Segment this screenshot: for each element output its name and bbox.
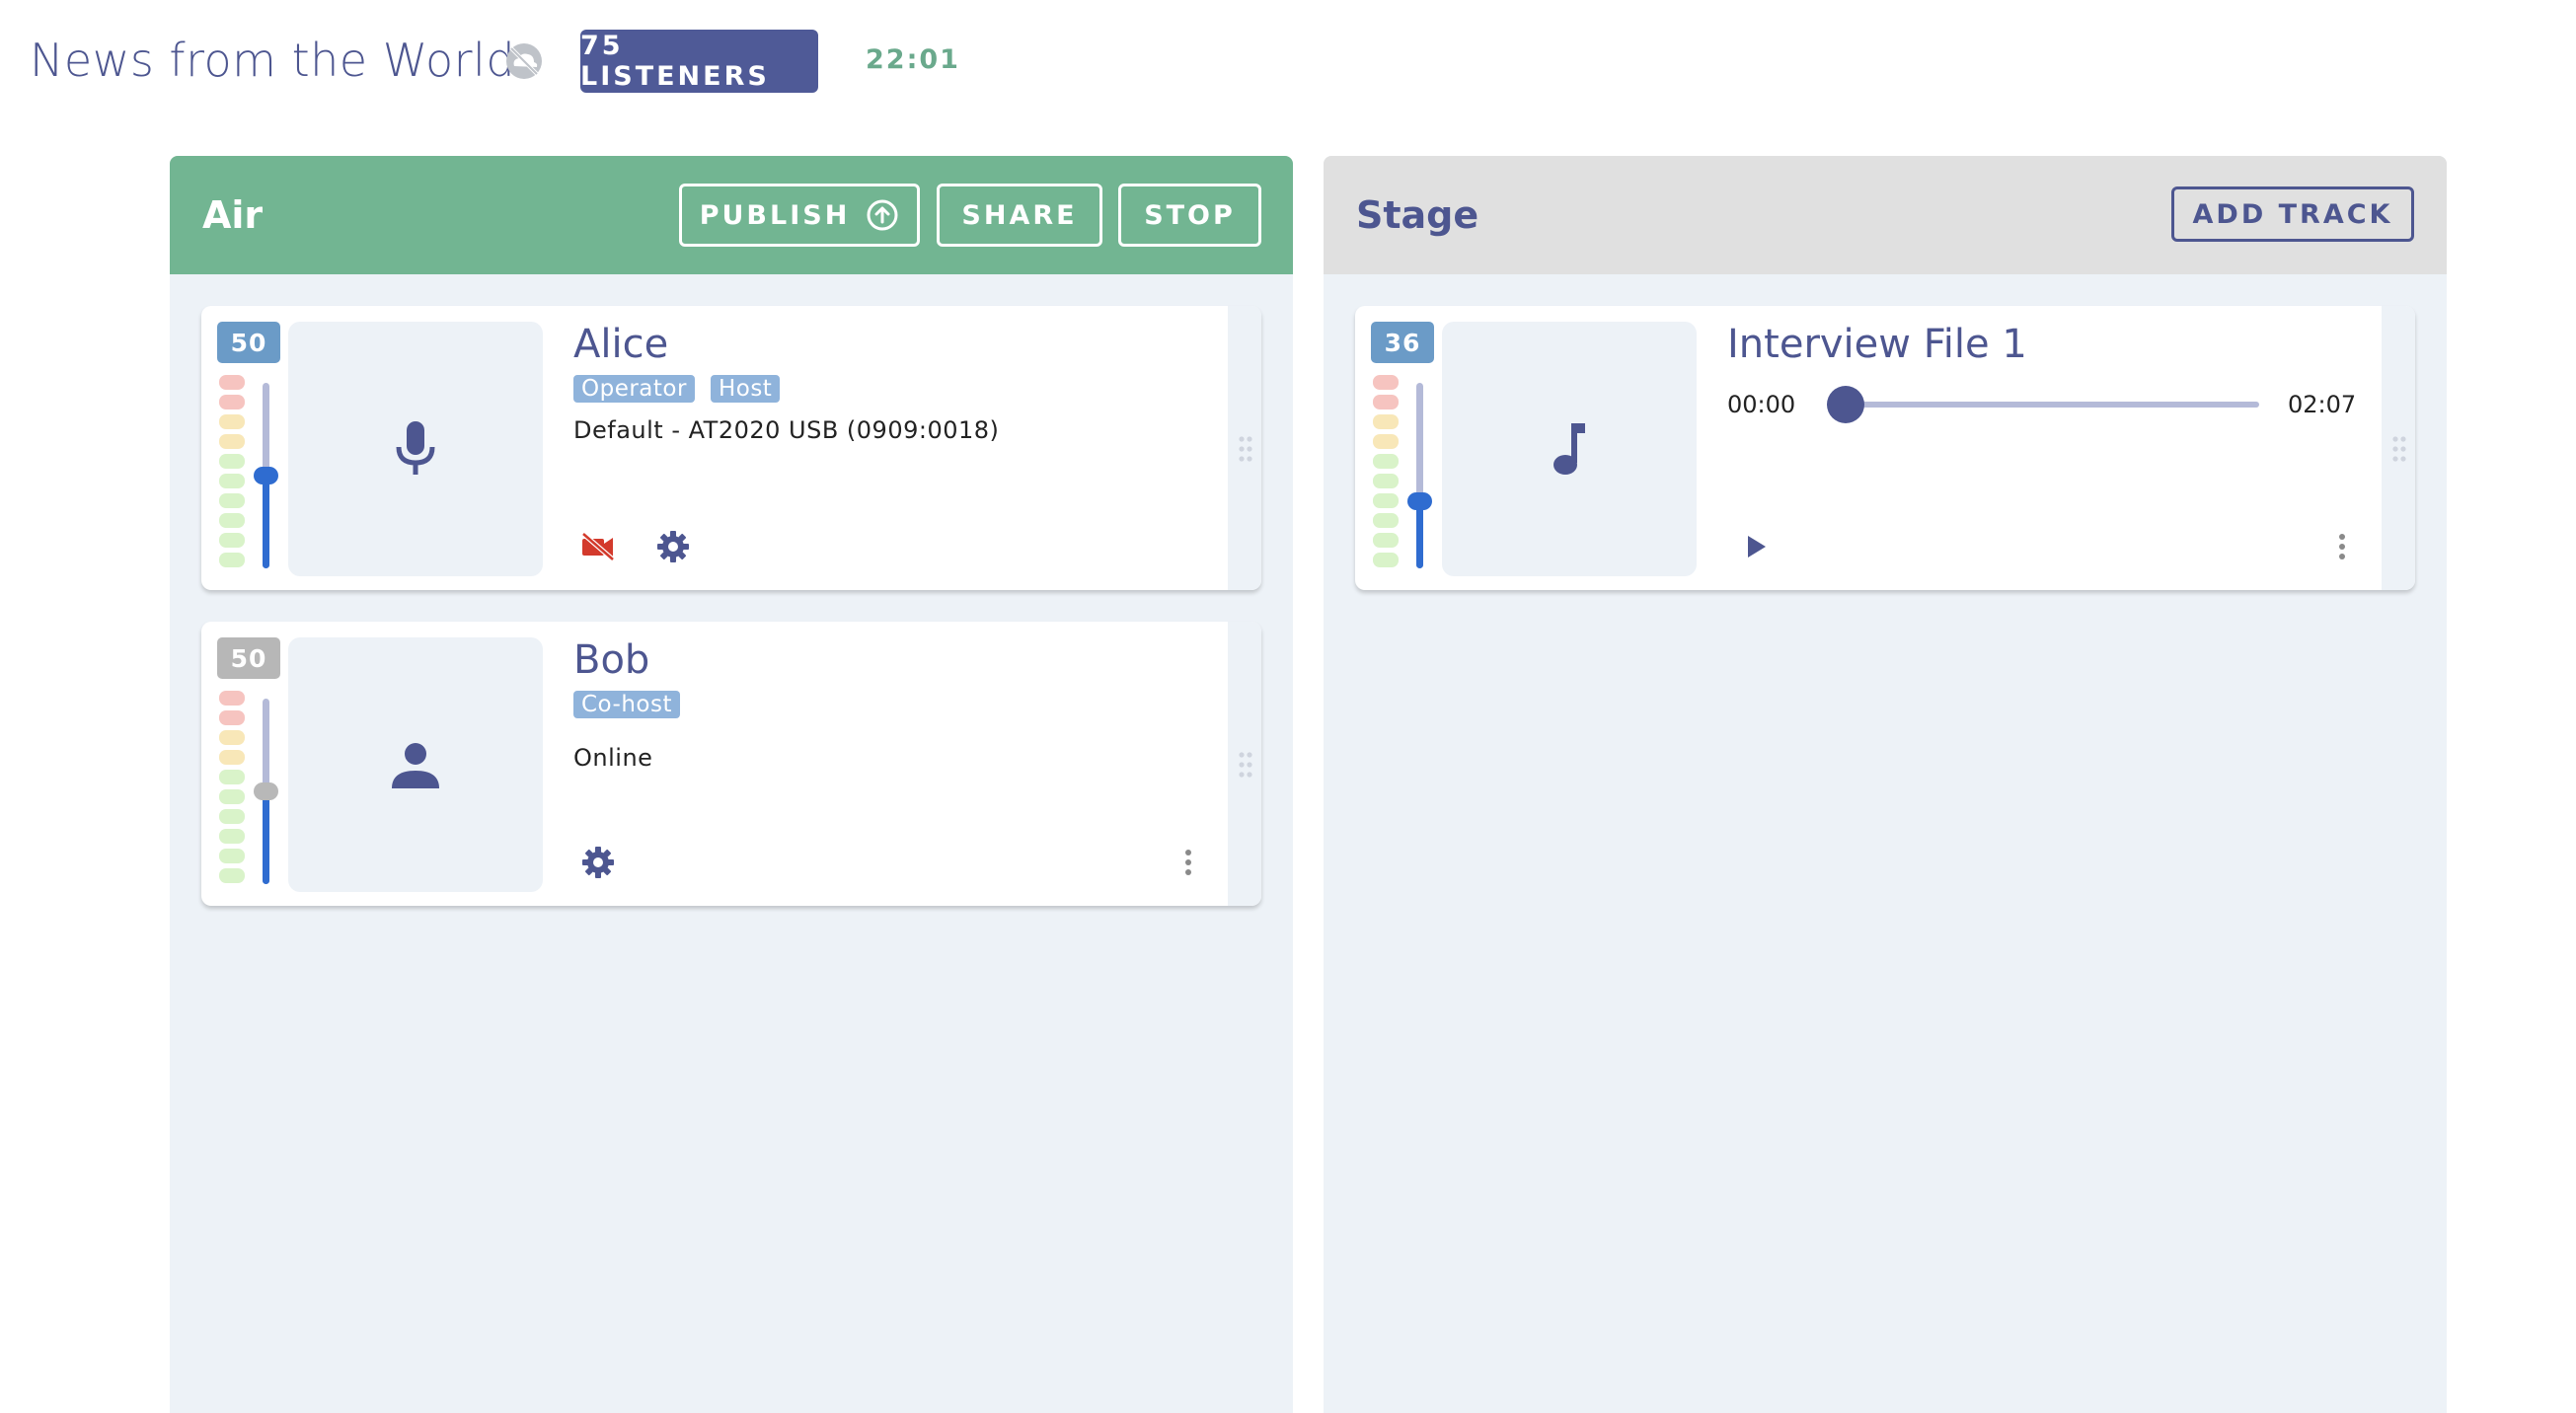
stage-header: Stage ADD TRACK <box>1324 156 2447 274</box>
volume-badge: 50 <box>217 322 280 363</box>
seek-bar[interactable] <box>1827 386 2259 423</box>
total-time: 02:07 <box>2288 391 2357 418</box>
add-track-button[interactable]: ADD TRACK <box>2171 186 2414 242</box>
level-meter <box>219 691 245 883</box>
volume-badge: 50 <box>217 637 280 679</box>
upload-circle-icon <box>867 199 898 231</box>
top-bar: News from the World 75 LISTENERS 22:01 <box>0 0 2576 128</box>
avatar <box>288 322 543 576</box>
cloud-off-icon <box>506 43 542 79</box>
volume-slider-fill <box>263 476 269 568</box>
tag-host: Host <box>710 375 781 403</box>
person-icon <box>392 743 439 788</box>
listeners-count-badge: 75 LISTENERS <box>580 30 818 93</box>
seek-track <box>1827 402 2259 408</box>
tag-cohost: Co-host <box>573 691 681 718</box>
video-off-icon <box>581 532 615 561</box>
volume-slider-fill <box>263 791 269 884</box>
stage-column: Stage ADD TRACK 36 Interview File 1 00:0… <box>1324 156 2447 1413</box>
air-header: Air PUBLISH SHARE STOP <box>170 156 1293 274</box>
device-status: Default - AT2020 USB (0909:0018) <box>573 416 1000 444</box>
participant-card-bob: 50 Bob Co-host Online <box>201 622 1261 906</box>
track-artwork <box>1442 322 1697 576</box>
participant-name: Bob <box>573 637 650 683</box>
volume-slider-thumb[interactable] <box>254 782 278 800</box>
level-meter <box>1373 375 1399 567</box>
clock: 22:01 <box>866 44 960 75</box>
more-vert-icon[interactable] <box>2332 527 2352 566</box>
gear-icon <box>582 847 614 878</box>
play-icon <box>1748 536 1766 558</box>
volume-slider[interactable] <box>1407 383 1432 568</box>
publish-label: PUBLISH <box>699 199 851 231</box>
drag-handle-icon[interactable] <box>2389 434 2409 464</box>
microphone-icon <box>396 421 435 475</box>
role-tags: Co-host <box>573 691 681 718</box>
gear-icon <box>657 531 689 562</box>
show-title: News from the World <box>30 34 516 87</box>
role-tags: Operator Host <box>573 375 781 403</box>
stop-button[interactable]: STOP <box>1118 184 1261 247</box>
more-vert-icon[interactable] <box>1178 843 1198 882</box>
track-card: 36 Interview File 1 00:00 02:07 <box>1355 306 2415 590</box>
air-title: Air <box>202 193 264 237</box>
volume-badge: 36 <box>1371 322 1434 363</box>
tag-operator: Operator <box>573 375 695 403</box>
volume-slider-thumb[interactable] <box>1407 492 1432 510</box>
volume-slider[interactable] <box>254 383 278 568</box>
settings-button[interactable] <box>653 527 693 566</box>
level-meter <box>219 375 245 567</box>
avatar <box>288 637 543 892</box>
volume-slider[interactable] <box>254 699 278 884</box>
play-button[interactable] <box>1736 527 1776 566</box>
drag-handle-icon[interactable] <box>1236 750 1255 780</box>
track-title: Interview File 1 <box>1727 322 2027 367</box>
music-note-icon <box>1553 423 1585 475</box>
participant-card-alice: 50 Alice Operator Host Default - AT2020 … <box>201 306 1261 590</box>
share-button[interactable]: SHARE <box>937 184 1102 247</box>
seek-thumb[interactable] <box>1827 386 1864 423</box>
participant-name: Alice <box>573 322 669 367</box>
volume-slider-fill <box>1416 501 1423 568</box>
settings-button[interactable] <box>578 843 618 882</box>
air-column: Air PUBLISH SHARE STOP 50 Alice Operator… <box>170 156 1293 1413</box>
stage-title: Stage <box>1356 193 1479 237</box>
video-off-button[interactable] <box>578 527 618 566</box>
volume-slider-thumb[interactable] <box>254 467 278 484</box>
connection-status: Online <box>573 744 653 772</box>
publish-button[interactable]: PUBLISH <box>679 184 920 247</box>
current-time: 00:00 <box>1727 391 1796 418</box>
drag-handle-icon[interactable] <box>1236 434 1255 464</box>
